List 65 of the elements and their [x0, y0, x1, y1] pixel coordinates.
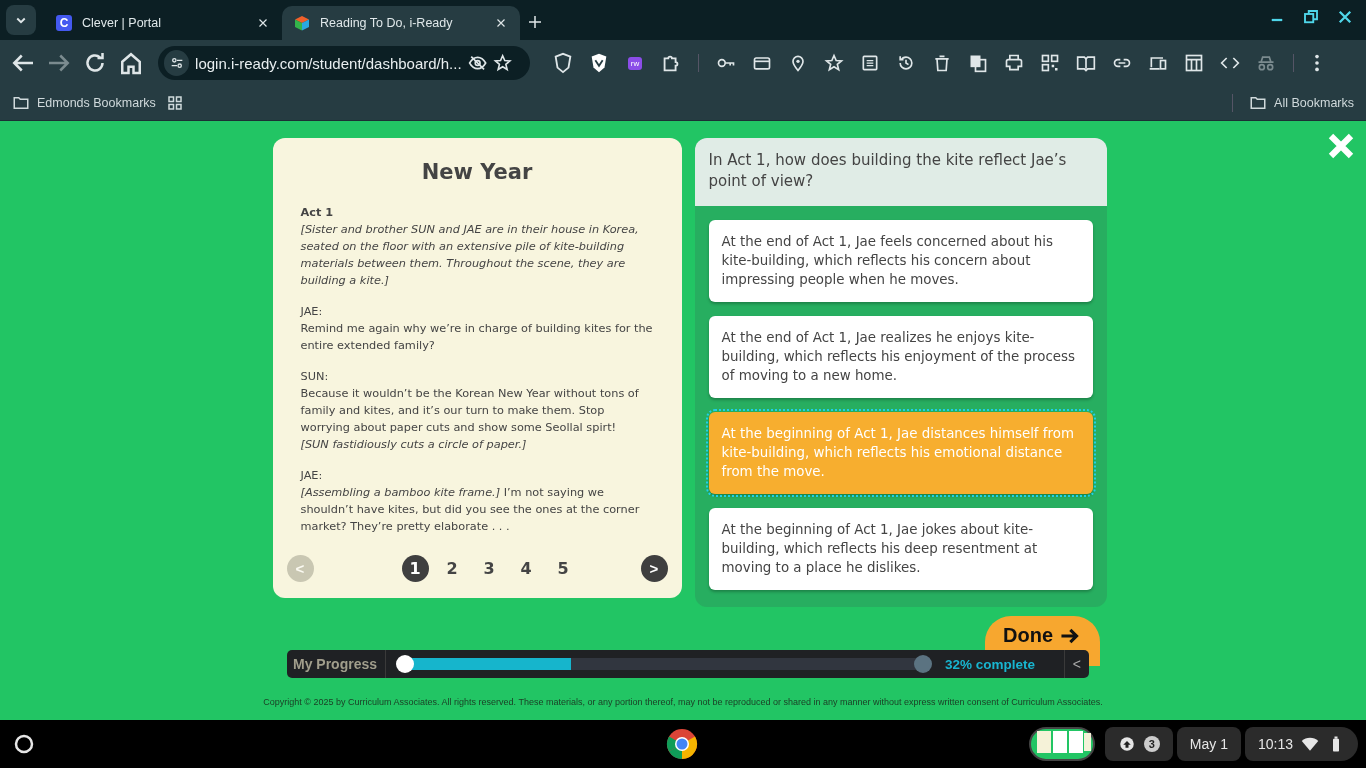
- answer-option[interactable]: At the end of Act 1, Jae feels concerned about his kite-building, which reflects his concern about impressing people when he moves.: [708, 220, 1093, 302]
- speaker-name: JAE:: [300, 304, 324, 320]
- page-number[interactable]: 5: [549, 555, 577, 582]
- act-heading: Act 1: [300, 205, 335, 221]
- close-icon[interactable]: [1336, 8, 1354, 26]
- qr-code-icon[interactable]: [1040, 53, 1060, 73]
- print-icon[interactable]: [1004, 53, 1024, 73]
- speaker-name: SUN:: [300, 369, 330, 385]
- star-icon[interactable]: [492, 53, 513, 73]
- tab-title: Clever | Portal: [82, 16, 162, 30]
- trash-icon[interactable]: [932, 53, 952, 73]
- status-tray[interactable]: 10:13: [1244, 727, 1358, 761]
- url-text: login.i-ready.com/student/dashboard/h...: [195, 54, 462, 72]
- browser-tab[interactable]: C Clever | Portal: [44, 6, 282, 40]
- notification-tray[interactable]: 3: [1104, 727, 1173, 761]
- history-icon[interactable]: [896, 53, 916, 73]
- tab-title: Reading To Do, i-Ready: [320, 16, 454, 30]
- circle-icon: [12, 732, 36, 756]
- page-number[interactable]: 2: [438, 555, 466, 582]
- stage-direction: [SUN fastidiously cuts a circle of paper.]: [300, 437, 528, 453]
- stage-direction: [Sister and brother SUN and JAE are in their house in Korea, seated on the floor with an extensive pile of kite-building materials between them. Throughout the scene, they are building a kite.]: [300, 222, 640, 289]
- incognito-icon[interactable]: [1256, 53, 1276, 73]
- arrow-right-icon: [1059, 628, 1079, 644]
- restore-icon[interactable]: [1302, 8, 1320, 26]
- page-number[interactable]: 3: [475, 555, 503, 582]
- page-number[interactable]: 1: [401, 555, 429, 582]
- extension-icon[interactable]: rw: [627, 56, 643, 70]
- start-marker: [396, 655, 415, 673]
- collapse-button[interactable]: <: [1063, 650, 1089, 678]
- folder-icon: [1249, 94, 1268, 112]
- browser-tab[interactable]: Reading To Do, i-Ready: [282, 6, 520, 40]
- list-icon[interactable]: [860, 53, 880, 73]
- passage-title: New Year: [420, 160, 534, 184]
- question-prompt: In Act 1, how does building the kite reflect Jae’s point of view?: [694, 138, 1107, 206]
- dialogue-text: Because it wouldn’t be the Korean New Year without tons of family and kites, and it’s our turn to make them. Stop worrying about paper cuts and show some Seollal spirt!: [300, 386, 640, 436]
- new-tab-icon[interactable]: [526, 13, 544, 31]
- bookmark-folder[interactable]: Edmonds Bookmarks: [12, 92, 156, 114]
- book-icon[interactable]: [1076, 53, 1096, 73]
- upload-icon: [1117, 735, 1136, 753]
- notification-count: 3: [1143, 736, 1160, 752]
- dialogue-text: Remind me again why we’re in charge of building kites for the entire extended family?: [300, 321, 654, 354]
- answer-option[interactable]: At the end of Act 1, Jae realizes he enjoys kite-building, which reflects his enjoyment of the process of moving to a new home.: [708, 316, 1093, 398]
- answer-option[interactable]: At the beginning of Act 1, Jae jokes about kite-building, which reflects his deep resentment at moving to a place he dislikes.: [708, 508, 1093, 590]
- next-page-button[interactable]: >: [640, 555, 668, 582]
- shield-icon[interactable]: [552, 52, 574, 74]
- clock-time: 10:13: [1257, 736, 1293, 752]
- wifi-icon: [1301, 735, 1319, 753]
- date-button[interactable]: May 1: [1176, 727, 1241, 761]
- window-preview-icon[interactable]: [1028, 727, 1095, 761]
- speaker-name: JAE:: [300, 468, 324, 484]
- star-icon[interactable]: [824, 53, 844, 73]
- tab-search-button[interactable]: [6, 5, 36, 35]
- cube-icon: [294, 15, 310, 31]
- dialogue-text: [Assembling a bamboo kite frame.] I’m not saying we shouldn’t have kites, but did you see the ones at the corner market? They’re pretty elaborate . . .: [300, 485, 641, 535]
- progress-label: My Progress: [287, 650, 387, 678]
- layout-icon[interactable]: [1184, 53, 1204, 73]
- page-number[interactable]: 4: [512, 555, 540, 582]
- copyright-text: Copyright © 2025 by Curriculum Associates. All rights reserved. These materials, or any portion thereof, may not be reproduced or shared in any manner without express written consent of Curriculum Associates.: [262, 697, 1104, 707]
- eye-slash-icon[interactable]: [467, 53, 487, 73]
- address-bar[interactable]: login.i-ready.com/student/dashboard/h...: [158, 46, 530, 80]
- favicon-icon: C: [56, 15, 72, 31]
- end-marker: [914, 655, 933, 673]
- close-icon: [1326, 131, 1356, 161]
- apps-grid-icon[interactable]: [165, 94, 184, 112]
- bookmark-folder[interactable]: All Bookmarks: [1249, 92, 1354, 114]
